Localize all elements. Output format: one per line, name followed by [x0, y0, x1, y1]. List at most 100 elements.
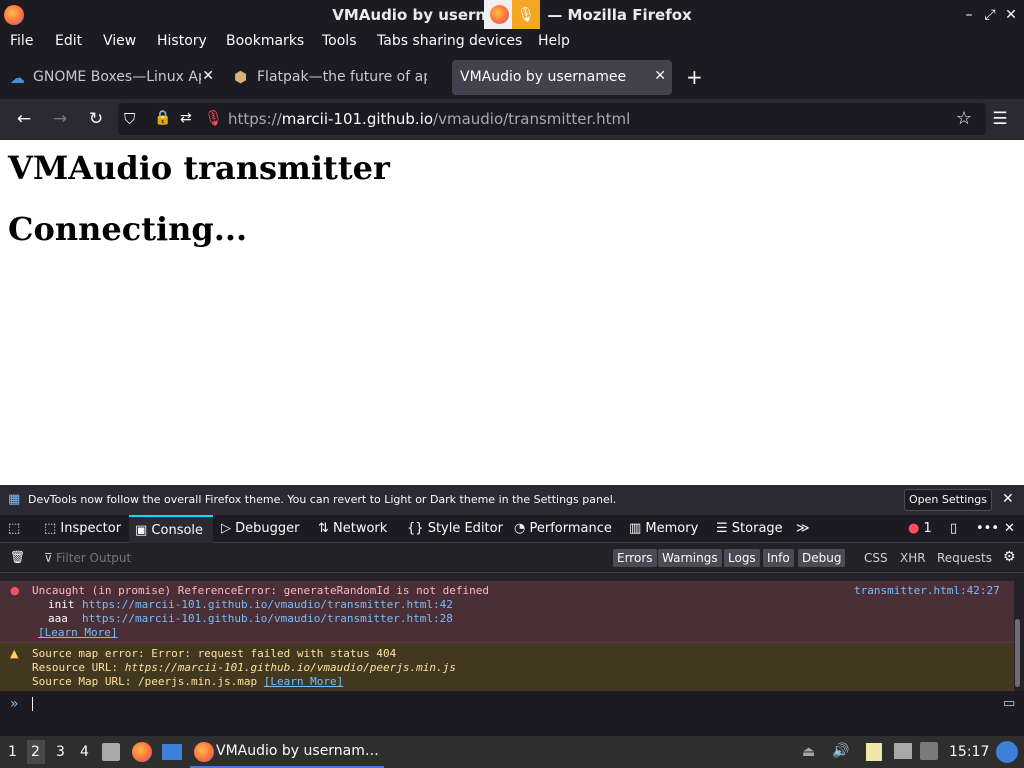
notes-icon[interactable]	[866, 743, 882, 761]
close-notice-icon[interactable]: ✕	[1002, 491, 1014, 507]
lock-icon[interactable]: 🔒	[154, 110, 171, 126]
menu-view[interactable]: View	[103, 33, 136, 49]
open-settings-button[interactable]: Open Settings	[904, 489, 992, 511]
menu-edit[interactable]: Edit	[55, 33, 82, 49]
sharing-indicator[interactable]: 🎙	[484, 0, 540, 30]
stack-frame-link[interactable]: https://marcii-101.github.io/vmaudio/tra…	[82, 598, 453, 611]
shield-icon[interactable]: ⛉	[124, 110, 135, 128]
flatpak-icon: ⬢	[234, 68, 248, 86]
microphone-icon[interactable]: 🎙	[204, 109, 223, 127]
task-firefox[interactable]: VMAudio by usernam…	[190, 736, 384, 768]
menu-help[interactable]: Help	[538, 33, 570, 49]
workspace-3[interactable]: 3	[56, 744, 65, 760]
volume-icon[interactable]: 🔊	[832, 743, 849, 759]
menu-tabs-sharing[interactable]: Tabs sharing devices	[377, 33, 522, 49]
menu-tools[interactable]: Tools	[322, 33, 357, 49]
maximize-icon[interactable]: ⤢	[981, 6, 999, 24]
eject-icon[interactable]: ⏏	[802, 744, 815, 760]
sourcemap-label: Source Map URL: /peerjs.min.js.map	[32, 675, 264, 688]
back-icon[interactable]: ←	[12, 107, 36, 131]
filter-input[interactable]	[56, 549, 596, 567]
permissions-icon[interactable]: ⇄	[180, 110, 192, 126]
more-tools-icon[interactable]: ≫	[796, 521, 810, 536]
filter-xhr[interactable]: XHR	[900, 551, 926, 565]
bookmark-star-icon[interactable]: ☆	[956, 108, 972, 129]
taskbar: 1 2 3 4 VMAudio by usernam… ⏏ 🔊 15:17	[0, 736, 1024, 768]
tab-performance[interactable]: ◔ Performance	[514, 521, 612, 536]
minimize-icon[interactable]: –	[960, 6, 978, 24]
tab-inspector[interactable]: ⬚ Inspector	[44, 521, 121, 536]
filter-logs[interactable]: Logs	[724, 549, 760, 567]
url-text[interactable]: https://marcii-101.github.io/vmaudio/tra…	[228, 110, 630, 128]
firefox-launcher-icon[interactable]	[132, 742, 152, 762]
menu-bar: File Edit View History Bookmarks Tools T…	[0, 29, 1024, 57]
tab-flatpak[interactable]: ⬢ Flatpak—the future of ap	[226, 60, 448, 95]
tab-label: Flatpak—the future of ap	[257, 69, 427, 85]
navigation-bar: ← → ↻ ⛉ 🔒 ⇄ 🎙 https://marcii-101.github.…	[0, 99, 1024, 140]
tab-gnome-boxes[interactable]: ☁ GNOME Boxes—Linux Ap ✕	[2, 60, 220, 95]
close-tab-icon[interactable]: ✕	[202, 68, 214, 84]
tab-label: Debugger	[235, 521, 300, 536]
console-input[interactable]: » ▭	[0, 691, 1024, 736]
notifications-icon[interactable]	[920, 742, 938, 760]
window-title-right: — Mozilla Firefox	[547, 6, 692, 24]
filter-info[interactable]: Info	[763, 549, 794, 567]
window-titlebar: VMAudio by usern — Mozilla Firefox 🎙 – ⤢…	[0, 0, 1024, 30]
trash-icon[interactable]: 🗑	[10, 550, 25, 564]
tab-debugger[interactable]: ▷ Debugger	[221, 521, 300, 536]
page-heading: VMAudio transmitter	[8, 149, 390, 187]
tab-network[interactable]: ⇅ Network	[318, 521, 387, 536]
file-manager-icon[interactable]	[102, 743, 120, 761]
responsive-design-icon[interactable]: ▯	[950, 521, 957, 536]
tab-vmaudio[interactable]: VMAudio by usernamee ✕	[452, 60, 672, 95]
menu-history[interactable]: History	[157, 33, 207, 49]
page-content: VMAudio transmitter Connecting...	[0, 140, 1024, 485]
error-location-link[interactable]: transmitter.html:42:27	[854, 584, 1000, 597]
menu-file[interactable]: File	[10, 33, 33, 49]
tab-style-editor[interactable]: {} Style Editor	[407, 521, 503, 536]
learn-more-link[interactable]: [Learn More]	[38, 626, 117, 639]
filter-warnings[interactable]: Warnings	[658, 549, 722, 567]
close-tab-icon[interactable]: ✕	[654, 68, 666, 84]
console-scrollbar[interactable]	[1015, 619, 1020, 687]
filter-debug[interactable]: Debug	[798, 549, 846, 567]
learn-more-link[interactable]: [Learn More]	[264, 675, 343, 688]
tab-console[interactable]: ▣ Console	[129, 515, 213, 543]
tab-storage[interactable]: ☰ Storage	[716, 521, 783, 536]
app-menu-icon[interactable]: ☰	[988, 107, 1012, 131]
reload-icon[interactable]: ↻	[84, 107, 108, 131]
filter-errors[interactable]: Errors	[613, 549, 657, 567]
url-bar[interactable]: ⛉ 🔒 ⇄ 🎙 https://marcii-101.github.io/vma…	[118, 103, 986, 135]
stack-frame-link[interactable]: https://marcii-101.github.io/vmaudio/tra…	[82, 612, 453, 625]
devtools-menu-icon[interactable]: •••	[976, 521, 999, 536]
new-tab-icon[interactable]: +	[686, 65, 703, 89]
pick-element-icon[interactable]: ⬚	[8, 521, 20, 536]
close-devtools-icon[interactable]: ✕	[1004, 521, 1015, 536]
task-label: VMAudio by usernam…	[216, 743, 379, 759]
warning-text: Source map error: Error: request failed …	[32, 647, 397, 660]
workspace-1[interactable]: 1	[8, 744, 17, 760]
tab-label: Network	[333, 521, 388, 536]
filter-requests[interactable]: Requests	[937, 551, 992, 565]
workspace-4[interactable]: 4	[80, 744, 89, 760]
network-icon[interactable]	[894, 743, 912, 759]
warning-message: ▲ Source map error: Error: request faile…	[0, 643, 1014, 691]
filter-css[interactable]: CSS	[864, 551, 888, 565]
console-settings-icon[interactable]: ⚙	[1003, 549, 1016, 565]
error-count[interactable]: ● 1	[908, 521, 932, 536]
tab-label: Memory	[645, 521, 699, 536]
tab-label: Inspector	[60, 521, 122, 536]
desktop-icon[interactable]	[162, 744, 182, 760]
microphone-icon[interactable]: 🎙	[512, 0, 540, 30]
editor-mode-icon[interactable]: ▭	[1003, 696, 1015, 711]
system-menu-icon[interactable]	[996, 741, 1018, 763]
tab-label: VMAudio by usernamee	[460, 69, 627, 85]
info-icon: ▦	[8, 492, 21, 507]
clock[interactable]: 15:17	[949, 744, 989, 760]
menu-bookmarks[interactable]: Bookmarks	[226, 33, 304, 49]
tab-memory[interactable]: ▥ Memory	[629, 521, 698, 536]
tab-label: GNOME Boxes—Linux Ap	[33, 69, 201, 85]
workspace-2[interactable]: 2	[27, 740, 45, 764]
close-window-icon[interactable]: ✕	[1002, 6, 1020, 24]
forward-icon[interactable]: →	[48, 107, 72, 131]
